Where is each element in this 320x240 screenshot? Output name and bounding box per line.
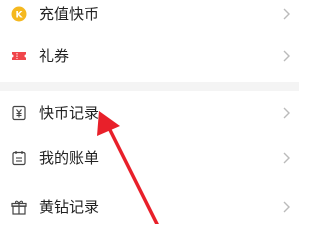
bill-icon bbox=[12, 151, 26, 166]
menu-item-my-bills[interactable]: 我的账单 bbox=[0, 138, 299, 178]
menu-item-label: 充值快币 bbox=[39, 5, 100, 23]
wallet-menu-screen: K 充值快币 礼券 快币记录 我的账单 黄钻记录 bbox=[0, 0, 299, 224]
menu-item-label: 礼券 bbox=[39, 47, 70, 65]
menu-item-yellow-diamond-records[interactable]: 黄钻记录 bbox=[0, 187, 299, 224]
coupon-ticket-icon bbox=[12, 52, 26, 60]
menu-item-label: 我的账单 bbox=[39, 149, 100, 167]
menu-item-coin-records[interactable]: 快币记录 bbox=[0, 93, 299, 133]
menu-item-label: 黄钻记录 bbox=[39, 198, 100, 216]
menu-item-recharge-coins[interactable]: K 充值快币 bbox=[0, 0, 299, 34]
chevron-right-icon bbox=[283, 50, 290, 62]
coin-icon-letter: K bbox=[16, 11, 24, 21]
chevron-right-icon bbox=[283, 201, 290, 213]
menu-item-coupons[interactable]: 礼券 bbox=[0, 36, 299, 76]
menu-item-label: 快币记录 bbox=[39, 104, 100, 122]
currency-record-icon bbox=[12, 105, 26, 121]
coin-icon: K bbox=[11, 6, 27, 22]
chevron-right-icon bbox=[283, 8, 290, 20]
gift-box-icon bbox=[11, 200, 27, 215]
chevron-right-icon bbox=[283, 107, 290, 119]
section-divider bbox=[0, 82, 299, 91]
chevron-right-icon bbox=[283, 152, 290, 164]
